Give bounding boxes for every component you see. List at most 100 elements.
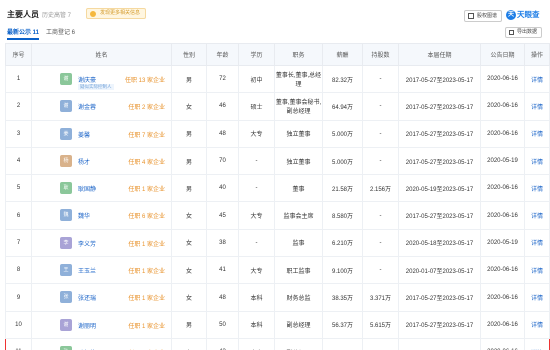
- shares-cell: 3.371万: [362, 283, 399, 312]
- person-name-link[interactable]: 谢金蓉: [78, 102, 96, 111]
- term-cell: 2017-05-27至2023-05-17: [398, 201, 481, 230]
- term-cell: 2020-05-18至2023-05-17: [398, 228, 481, 258]
- avatar[interactable]: 杨: [60, 154, 72, 167]
- action-cell: 详情: [524, 119, 550, 148]
- position-cell: 独立董事: [274, 119, 323, 148]
- detail-link[interactable]: 详情: [531, 241, 543, 247]
- avatar[interactable]: 谢: [60, 318, 72, 331]
- avatar[interactable]: 耿: [60, 182, 72, 195]
- shares-cell: -: [362, 256, 399, 285]
- education-cell: 大专: [238, 201, 275, 230]
- controller-tag: 疑似实际控制人: [78, 84, 114, 90]
- row-number: 9: [5, 283, 32, 312]
- download-button[interactable]: 导出数据: [505, 27, 543, 38]
- person-cell: 李李义芳 任职 1 家企业: [31, 228, 172, 258]
- age-cell: 48: [206, 119, 239, 148]
- avatar[interactable]: 谢: [60, 100, 72, 113]
- action-cell: 详情: [524, 64, 550, 94]
- avatar[interactable]: 李: [60, 236, 72, 249]
- salary-cell: 21.58万: [322, 174, 363, 203]
- avatar[interactable]: 谢: [60, 73, 72, 85]
- detail-link[interactable]: 详情: [531, 187, 543, 193]
- diagram-button[interactable]: 股权图谱: [464, 10, 503, 22]
- announce-date-cell: 2020-06-16: [480, 92, 525, 121]
- salary-cell: 8.580万: [322, 201, 363, 230]
- detail-link[interactable]: 详情: [531, 160, 543, 166]
- detail-link[interactable]: 详情: [531, 296, 543, 302]
- avatar[interactable]: 孙: [60, 345, 72, 350]
- position-cell: 财务总监: [274, 283, 323, 312]
- gender-cell: 女: [171, 256, 207, 285]
- detail-link[interactable]: 详情: [531, 78, 543, 84]
- action-cell: 详情: [524, 92, 550, 121]
- action-cell: 详情: [524, 146, 550, 176]
- table-row: 5 耿耿国静 任职 1 家企业男 40- 董事 21.58万 2.156万 2020-05-1…: [5, 174, 550, 203]
- table-row: 11孙孙红艳任职 2 家企业女43大专副总经理115.4万16.86万2017-…: [5, 337, 550, 350]
- avatar[interactable]: 张: [60, 291, 72, 304]
- announce-date-cell: 2020-06-16: [480, 337, 525, 350]
- person-name-link[interactable]: 李义芳: [78, 239, 96, 248]
- avatar[interactable]: 魏: [60, 209, 72, 222]
- related-companies-link[interactable]: 任职 1 家企业: [128, 293, 165, 302]
- gender-cell: 男: [171, 64, 207, 94]
- detail-link[interactable]: 详情: [531, 323, 543, 329]
- avatar[interactable]: 王: [60, 264, 72, 277]
- person-name-link[interactable]: 姜馨: [78, 130, 90, 139]
- detail-link[interactable]: 详情: [531, 132, 543, 138]
- person-name-link[interactable]: 魏华: [78, 211, 90, 220]
- position-cell: 副总经理: [274, 337, 323, 350]
- age-cell: 46: [206, 92, 239, 121]
- person-name-link[interactable]: 杨才: [78, 157, 90, 166]
- related-companies-link[interactable]: 任职 13 家企业: [125, 75, 165, 84]
- announce-date-cell: 2020-05-19: [480, 146, 525, 176]
- related-companies-link[interactable]: 任职 2 家企业: [128, 102, 165, 111]
- person-name-link[interactable]: 张还瑞: [78, 293, 96, 302]
- tab-registration[interactable]: 工商登记 6: [46, 27, 75, 36]
- promo-badge-label: 发现更多相关信息: [100, 10, 141, 16]
- tab-latest[interactable]: 最新公示 11: [7, 27, 39, 36]
- position-cell: 职工监事: [274, 256, 323, 285]
- action-cell: 详情: [524, 174, 550, 203]
- salary-cell: 82.32万: [322, 64, 363, 94]
- action-cell: 详情: [524, 228, 550, 258]
- row-number: 7: [5, 228, 32, 258]
- position-cell: 监事: [274, 228, 323, 258]
- term-cell: 2017-05-27至2023-05-17: [398, 283, 481, 312]
- position-cell: 董事长,董事,总经理: [274, 64, 323, 94]
- related-companies-link[interactable]: 任职 1 家企业: [128, 321, 165, 330]
- related-companies-link[interactable]: 任职 6 家企业: [128, 211, 165, 220]
- history-executives-link[interactable]: 历史高管 7: [42, 10, 71, 19]
- gender-cell: 女: [171, 92, 207, 121]
- action-cell: 详情: [524, 337, 550, 350]
- table-row: 10 谢谢丽明 任职 1 家企业男 50 本科 副总经理 56.37万 5.615万 2017-…: [5, 310, 550, 339]
- term-cell: 2017-05-27至2023-05-17: [398, 146, 481, 176]
- announce-date-cell: 2020-05-19: [480, 228, 525, 258]
- related-companies-link[interactable]: 任职 1 家企业: [128, 239, 165, 248]
- related-companies-link[interactable]: 任职 4 家企业: [128, 157, 165, 166]
- person-name-link[interactable]: 谢丽明: [78, 321, 96, 330]
- salary-cell: 5.000万: [322, 146, 363, 176]
- row-number: 2: [5, 92, 32, 121]
- person-name-link[interactable]: 王玉兰: [78, 266, 96, 275]
- announce-date-cell: 2020-06-16: [480, 201, 525, 230]
- related-companies-link[interactable]: 任职 7 家企业: [128, 130, 165, 139]
- promo-badge[interactable]: 发现更多相关信息: [86, 8, 147, 19]
- detail-link[interactable]: 详情: [531, 214, 543, 220]
- related-companies-link[interactable]: 任职 1 家企业: [128, 266, 165, 275]
- education-cell: 硕士: [238, 92, 275, 121]
- row-number: 6: [5, 201, 32, 230]
- term-cell: 2017-05-27至2023-05-17: [398, 337, 481, 350]
- announce-date-cell: 2020-06-16: [480, 256, 525, 285]
- person-name-link[interactable]: 耿国静: [78, 184, 96, 193]
- related-companies-link[interactable]: 任职 1 家企业: [128, 184, 165, 193]
- announce-date-cell: 2020-06-16: [480, 283, 525, 312]
- avatar[interactable]: 姜: [60, 127, 72, 140]
- person-name-link[interactable]: 谢庆豪: [78, 75, 96, 84]
- detail-link[interactable]: 详情: [531, 105, 543, 111]
- salary-cell: 5.000万: [322, 119, 363, 148]
- detail-link[interactable]: 详情: [531, 269, 543, 275]
- row-number: 4: [5, 146, 32, 176]
- education-cell: 本科: [238, 283, 275, 312]
- table-header-row: 序号 姓名 性别 年龄 学历 职务 薪酬 持股数 本届任期 公告日期 操作: [5, 43, 550, 66]
- position-cell: 董事,董事会秘书,副总经理: [274, 92, 323, 121]
